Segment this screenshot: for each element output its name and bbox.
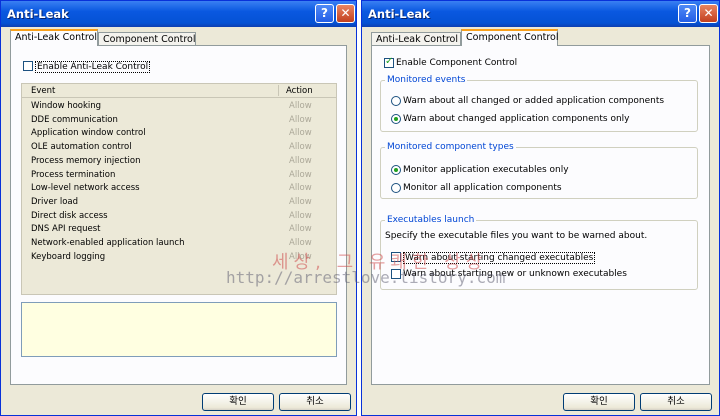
event-list-header: Event Action <box>22 84 336 98</box>
radio-label[interactable]: Warn about changed application component… <box>403 114 629 124</box>
event-name: DDE communication <box>31 114 118 125</box>
table-row[interactable]: DDE communication Allow <box>22 113 336 127</box>
column-header-action[interactable]: Action <box>286 86 313 96</box>
cancel-button[interactable]: 취소 <box>640 393 712 411</box>
table-row[interactable]: Direct disk access Allow <box>22 209 336 223</box>
action-value[interactable]: Allow <box>289 170 312 180</box>
event-name: Low-level network access <box>31 183 140 194</box>
radio-label[interactable]: Monitor all application components <box>403 183 562 193</box>
table-row[interactable]: Driver load Allow <box>22 195 336 209</box>
title-bar[interactable]: Anti-Leak ? ✕ <box>362 1 719 27</box>
radio-all-components[interactable] <box>391 183 401 193</box>
enable-anti-leak-label[interactable]: Enable Anti-Leak Control <box>35 61 151 73</box>
title-bar[interactable]: Anti-Leak ? ✕ <box>1 1 356 27</box>
action-value[interactable]: Allow <box>289 238 312 248</box>
enable-component-checkbox[interactable] <box>384 56 394 68</box>
radio-changed-only[interactable] <box>391 114 401 124</box>
monitored-component-types-group: Monitored component types Monitor applic… <box>380 142 698 199</box>
table-row[interactable]: DNS API request Allow <box>22 222 336 236</box>
close-button[interactable]: ✕ <box>336 4 355 23</box>
action-value[interactable]: Allow <box>289 142 312 152</box>
action-value[interactable]: Allow <box>289 101 312 111</box>
event-name: Network-enabled application launch <box>31 238 185 248</box>
event-name: OLE automation control <box>31 142 132 153</box>
column-header-event[interactable]: Event <box>31 86 55 96</box>
table-row[interactable]: Process memory injection Allow <box>22 154 336 168</box>
event-name: Keyboard logging <box>31 251 106 262</box>
event-name: Process memory injection <box>31 155 141 166</box>
event-name: Application window control <box>31 128 146 139</box>
event-name: DNS API request <box>31 224 101 235</box>
action-value[interactable]: Allow <box>289 156 312 166</box>
event-name: Driver load <box>31 196 79 207</box>
anti-leak-window-left: Anti-Leak ? ✕ Anti-Leak Control Componen… <box>0 0 357 416</box>
tab-anti-leak-control[interactable]: Anti-Leak Control <box>10 29 98 46</box>
action-value[interactable]: Allow <box>289 183 312 193</box>
window-title: Anti-Leak <box>368 7 430 21</box>
event-description-box <box>21 302 337 357</box>
group-title: Monitored component types <box>385 142 516 152</box>
table-row[interactable]: OLE automation control Allow <box>22 140 336 154</box>
anti-leak-window-right: Anti-Leak ? ✕ Anti-Leak Control Componen… <box>361 0 720 416</box>
event-name: Process termination <box>31 169 116 180</box>
radio-all-changed-added[interactable] <box>391 96 401 106</box>
monitored-events-group: Monitored events Warn about all changed … <box>380 75 698 132</box>
action-value[interactable]: Allow <box>289 115 312 125</box>
help-button[interactable]: ? <box>678 4 697 23</box>
action-value[interactable]: Allow <box>289 197 312 207</box>
help-button[interactable]: ? <box>315 4 334 23</box>
event-name: Window hooking <box>31 101 102 111</box>
close-button[interactable]: ✕ <box>699 4 718 23</box>
enable-anti-leak-checkbox[interactable] <box>23 61 33 71</box>
event-name: Direct disk access <box>31 210 108 221</box>
table-row[interactable]: Window hooking Allow <box>22 99 336 113</box>
executables-description: Specify the executable files you want to… <box>385 231 648 241</box>
column-divider[interactable] <box>278 85 279 96</box>
radio-executables-only[interactable] <box>391 165 401 175</box>
table-row[interactable]: Application window control Allow <box>22 126 336 140</box>
action-value[interactable]: Allow <box>289 224 312 234</box>
tab-component-control[interactable]: Component Control <box>461 29 559 46</box>
watermark-url: http://arrestlove.tistory.com <box>226 268 506 287</box>
ok-button[interactable]: 확인 <box>202 393 274 411</box>
ok-button[interactable]: 확인 <box>563 393 635 411</box>
window-title: Anti-Leak <box>7 7 69 21</box>
action-value[interactable]: Allow <box>289 128 312 138</box>
table-row[interactable]: Process termination Allow <box>22 168 336 182</box>
tab-panel: Enable Component Control Monitored event… <box>371 45 710 385</box>
cancel-button[interactable]: 취소 <box>279 393 351 411</box>
radio-label[interactable]: Warn about all changed or added applicat… <box>403 96 664 106</box>
enable-component-label[interactable]: Enable Component Control <box>396 58 517 68</box>
action-value[interactable]: Allow <box>289 211 312 221</box>
radio-label[interactable]: Monitor application executables only <box>403 165 569 175</box>
group-title: Monitored events <box>385 75 468 85</box>
table-row[interactable]: Low-level network access Allow <box>22 181 336 195</box>
group-title: Executables launch <box>385 215 477 225</box>
